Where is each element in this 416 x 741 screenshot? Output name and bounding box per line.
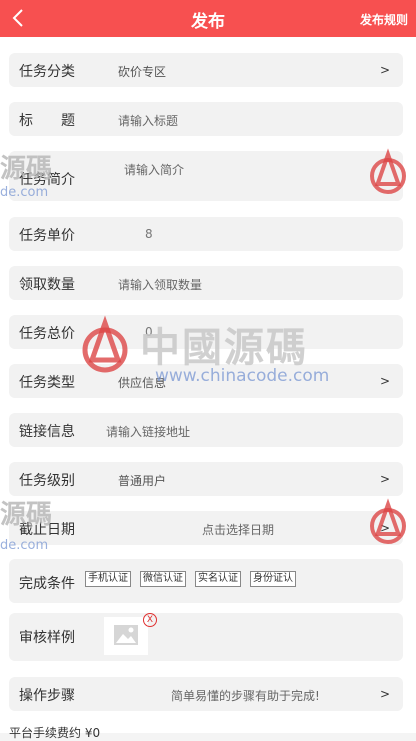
task-level-label: 任务级别 xyxy=(19,473,75,489)
condition-tag[interactable]: 实名认证 xyxy=(195,571,241,587)
task-category-row[interactable]: 任务分类 砍价专区 > xyxy=(9,53,403,87)
total-price-row: 任务总价 0 xyxy=(9,315,403,349)
unit-price-label: 任务单价 xyxy=(19,228,75,244)
publish-form: 任务分类 砍价专区 > 标 题 请输入标题 任务简介 请输入简介 任务单价 8 … xyxy=(0,37,416,740)
deadline-row[interactable]: 截止日期 点击选择日期 > xyxy=(9,511,403,545)
quantity-label: 领取数量 xyxy=(19,277,75,293)
publish-rules-link[interactable]: 发布规则 xyxy=(360,11,408,28)
quantity-row: 领取数量 请输入领取数量 xyxy=(9,266,403,300)
link-label: 链接信息 xyxy=(19,424,75,440)
sample-image[interactable] xyxy=(104,617,148,655)
conditions-row: 完成条件 手机认证 微信认证 实名认证 身份证认 xyxy=(9,559,403,603)
task-type-label: 任务类型 xyxy=(19,375,75,391)
task-level-row[interactable]: 任务级别 普通用户 > xyxy=(9,462,403,496)
unit-price-value[interactable]: 8 xyxy=(145,227,153,241)
deadline-picker[interactable]: 点击选择日期 xyxy=(202,521,274,538)
steps-row[interactable]: 操作步骤 简单易懂的步骤有助于完成! > xyxy=(9,677,403,711)
total-price-label: 任务总价 xyxy=(19,326,75,342)
deadline-label: 截止日期 xyxy=(19,522,75,538)
total-price-value: 0 xyxy=(145,325,153,339)
chevron-right-icon: > xyxy=(379,472,390,486)
task-level-value: 普通用户 xyxy=(118,474,167,488)
title-row: 标 题 请输入标题 xyxy=(9,102,403,136)
conditions-label: 完成条件 xyxy=(19,576,75,592)
remove-image-icon[interactable]: X xyxy=(143,613,157,627)
image-placeholder-icon xyxy=(114,625,138,645)
link-row: 链接信息 请输入链接地址 xyxy=(9,413,403,447)
condition-tag[interactable]: 身份证认 xyxy=(250,571,296,587)
task-category-label: 任务分类 xyxy=(19,64,75,80)
intro-textarea[interactable]: 请输入简介 xyxy=(124,161,184,178)
title-input[interactable]: 请输入标题 xyxy=(118,112,178,129)
chevron-right-icon: > xyxy=(379,63,390,77)
condition-tag[interactable]: 手机认证 xyxy=(85,571,131,587)
link-input[interactable]: 请输入链接地址 xyxy=(106,423,190,440)
task-type-row[interactable]: 任务类型 供应信息 > xyxy=(9,364,403,398)
header-bar: 发布 发布规则 xyxy=(0,0,416,37)
steps-label: 操作步骤 xyxy=(19,688,75,704)
chevron-right-icon: > xyxy=(379,374,390,388)
steps-input[interactable]: 简单易懂的步骤有助于完成! xyxy=(171,687,320,704)
sample-label: 审核样例 xyxy=(19,630,75,646)
task-category-value: 砍价专区 xyxy=(118,65,167,79)
title-label: 标 题 xyxy=(19,113,75,129)
chevron-right-icon: > xyxy=(379,521,390,535)
sample-row: 审核样例 X xyxy=(9,613,403,661)
chevron-right-icon: > xyxy=(379,687,390,701)
unit-price-row: 任务单价 8 xyxy=(9,217,403,251)
intro-row: 任务简介 请输入简介 xyxy=(9,151,403,201)
condition-tag[interactable]: 微信认证 xyxy=(140,571,186,587)
task-type-value: 供应信息 xyxy=(118,376,167,390)
page-title: 发布 xyxy=(191,12,225,32)
quantity-input[interactable]: 请输入领取数量 xyxy=(118,276,202,293)
intro-label: 任务简介 xyxy=(19,172,75,188)
